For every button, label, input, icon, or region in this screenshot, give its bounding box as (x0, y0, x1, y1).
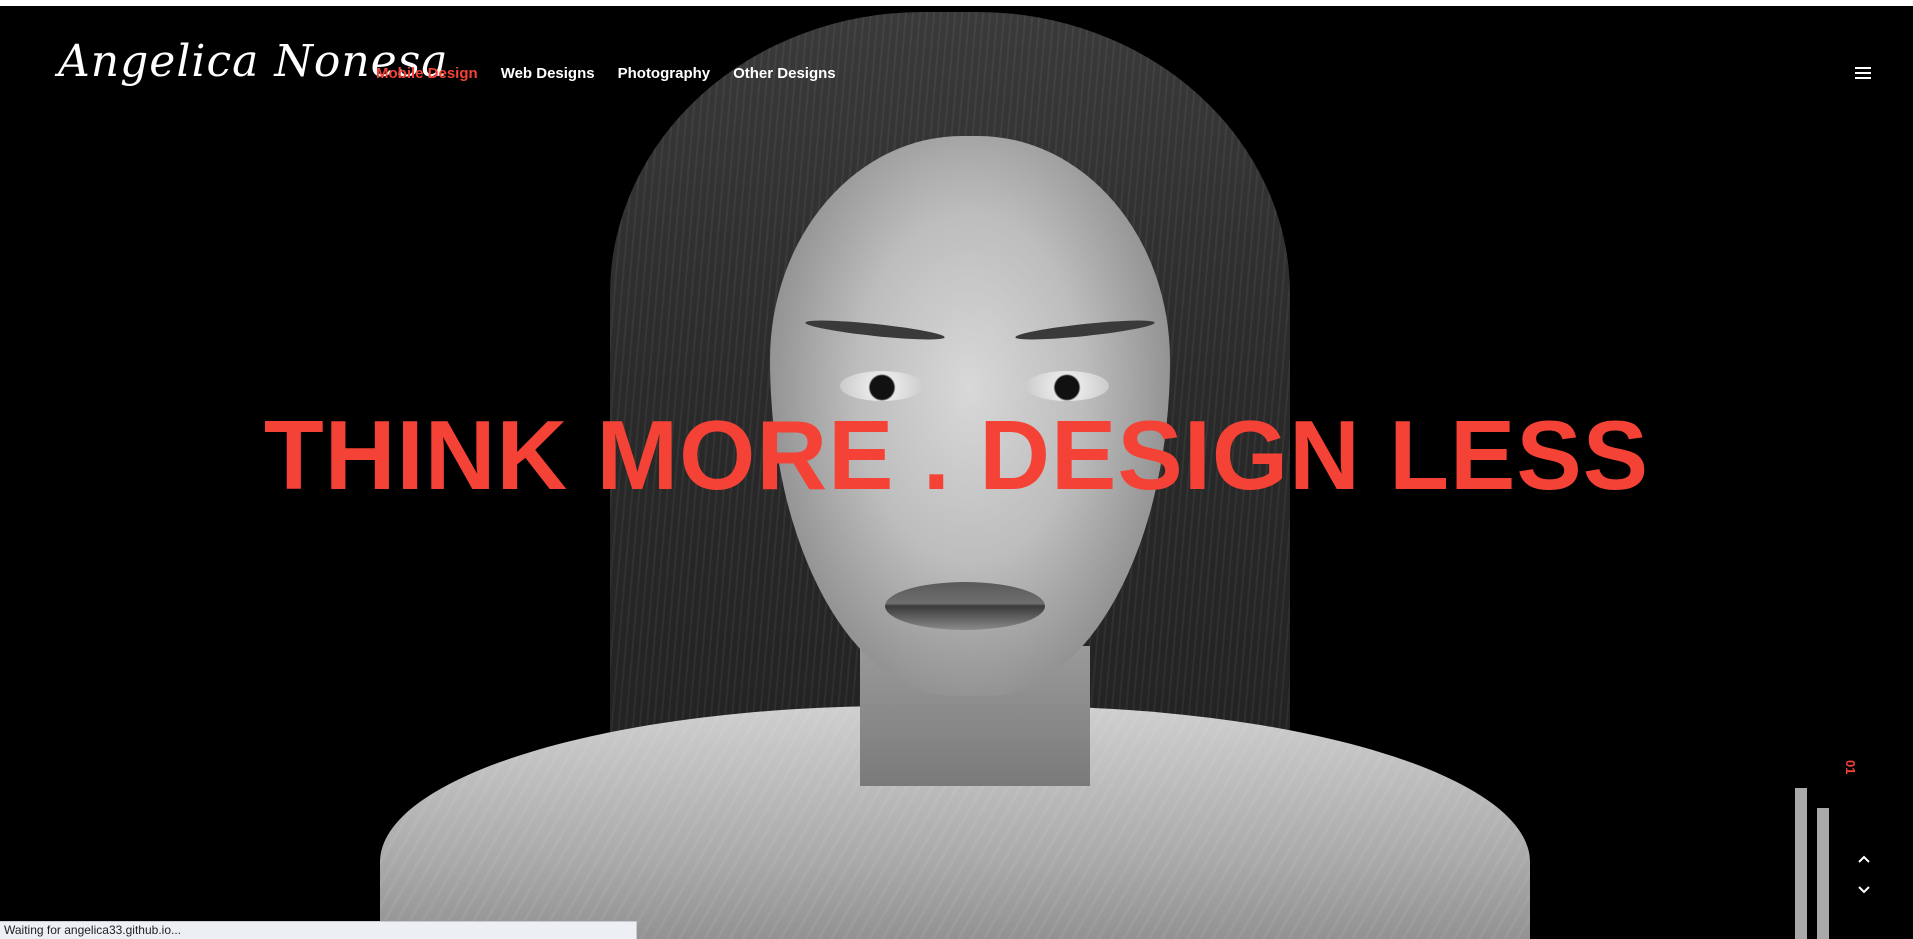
nav-item-web-designs[interactable]: Web Designs (501, 65, 595, 82)
main-nav: Mobile Design Web Designs Photography Ot… (376, 65, 836, 82)
hamburger-menu-icon[interactable] (1855, 67, 1871, 81)
hero-headline: THINK MORE . DESIGN LESS (263, 400, 1650, 510)
nav-item-other-designs[interactable]: Other Designs (733, 65, 836, 82)
portrait-lips (885, 582, 1045, 630)
slide-indicator-bar (1795, 788, 1807, 939)
slide-number: 01 (1843, 760, 1858, 775)
chevron-down-icon[interactable] (1855, 883, 1873, 897)
slide-indicator-bar (1817, 808, 1829, 939)
portrait-left-eye (840, 371, 924, 401)
browser-status-bar: Waiting for angelica33.github.io... (0, 921, 637, 939)
chevron-up-icon[interactable] (1855, 852, 1873, 866)
portrait-right-eye (1025, 371, 1109, 401)
nav-item-mobile-design[interactable]: Mobile Design (376, 65, 478, 82)
page: Angelica Nonesa Mobile Design Web Design… (0, 0, 1913, 939)
nav-item-photography[interactable]: Photography (618, 65, 711, 82)
